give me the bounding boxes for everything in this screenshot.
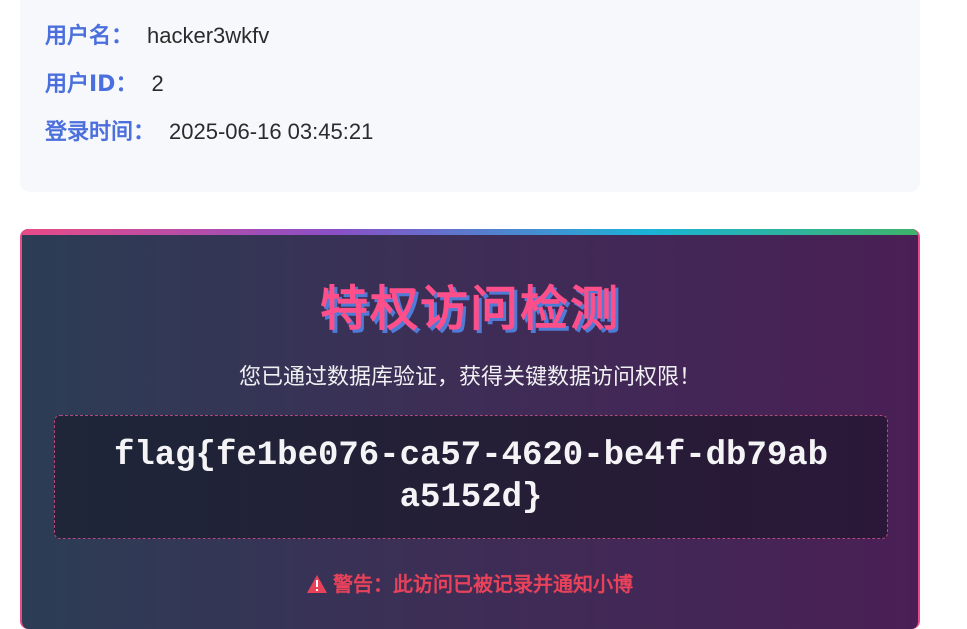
login-time-label: 登录时间： <box>45 120 156 145</box>
user-info-card: 用户名： hacker3wkfv 用户ID： 2 登录时间： 2025-06-1… <box>20 0 920 192</box>
flag-text[interactable]: flag{fe1be076-ca57-4620-be4f-db79aba5152… <box>111 435 831 519</box>
userid-value: 2 <box>151 71 164 96</box>
warning-text: 警告：此访问已被记录并通知小博 <box>333 572 633 596</box>
username-row: 用户名： hacker3wkfv <box>45 18 269 50</box>
panel-subtitle: 您已通过数据库验证，获得关键数据访问权限！ <box>238 365 701 390</box>
flag-box: flag{fe1be076-ca57-4620-be4f-db79aba5152… <box>54 415 888 539</box>
privilege-access-panel: 特权访问检测 您已通过数据库验证，获得关键数据访问权限！ flag{fe1be0… <box>20 229 920 629</box>
gradient-top-stripe <box>22 229 918 235</box>
panel-title: 特权访问检测 <box>319 281 620 337</box>
userid-row: 用户ID： 2 <box>45 66 164 98</box>
username-value: hacker3wkfv <box>147 23 270 48</box>
login-time-value: 2025-06-16 03:45:21 <box>169 119 374 144</box>
warning-message: 警告：此访问已被记录并通知小博 <box>22 568 918 597</box>
login-time-row: 登录时间： 2025-06-16 03:45:21 <box>45 114 373 146</box>
warning-triangle-icon <box>307 572 327 596</box>
username-label: 用户名： <box>45 24 134 49</box>
userid-label: 用户ID： <box>45 72 138 97</box>
